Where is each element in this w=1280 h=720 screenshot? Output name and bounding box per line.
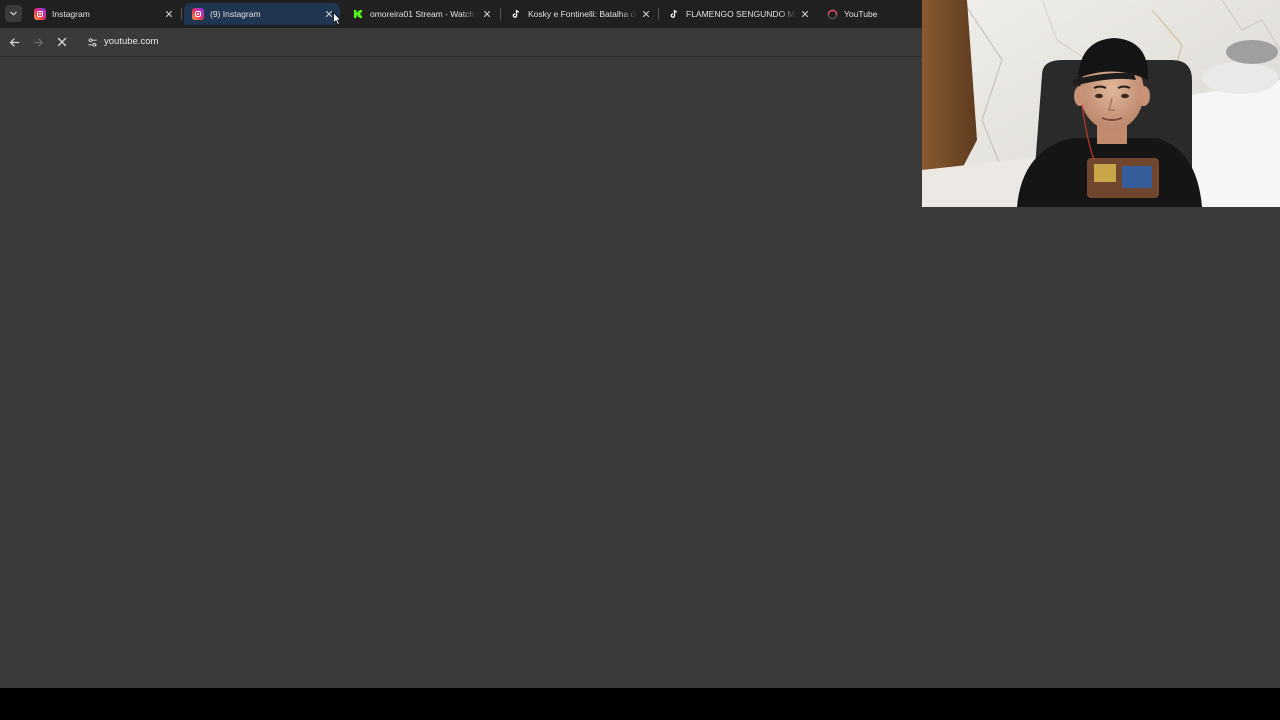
tiktok-icon — [510, 8, 522, 20]
tab-title: Kosky e Fontinelli: Batalha de R — [528, 9, 637, 19]
instagram-icon — [34, 8, 46, 20]
instagram-icon — [192, 8, 204, 20]
kick-icon — [352, 8, 364, 20]
tab-instagram[interactable]: Instagram — [26, 3, 180, 25]
loading-spinner-icon — [826, 8, 838, 20]
site-settings-icon — [87, 37, 97, 47]
tab-search-button[interactable] — [5, 5, 22, 22]
address-bar[interactable]: youtube.com — [80, 31, 920, 53]
forward-button[interactable] — [30, 34, 46, 50]
close-icon[interactable] — [482, 9, 492, 19]
back-button[interactable] — [6, 34, 22, 50]
chevron-down-icon — [10, 11, 17, 16]
screen: Instagram (9) Instagram omoreira01 Strea… — [0, 0, 1280, 720]
url-text[interactable]: youtube.com — [104, 36, 158, 47]
tab-tiktok-flamengo[interactable]: FLAMENGO SENGUNDO MAIOR — [660, 3, 816, 25]
stop-loading-button[interactable] — [54, 34, 70, 50]
tab-separator — [658, 8, 659, 20]
tab-separator — [181, 8, 182, 20]
back-arrow-icon — [9, 37, 19, 47]
tiktok-icon — [668, 8, 680, 20]
mouse-cursor-icon — [333, 12, 341, 26]
tab-kick-stream[interactable]: omoreira01 Stream - Watch Live — [344, 3, 498, 25]
tab-title: (9) Instagram — [210, 9, 261, 19]
close-icon[interactable] — [164, 9, 174, 19]
close-icon[interactable] — [641, 9, 651, 19]
webcam-overlay — [922, 0, 1280, 207]
forward-arrow-icon — [33, 37, 43, 47]
tab-instagram-active[interactable]: (9) Instagram — [184, 3, 340, 25]
site-settings-button[interactable] — [84, 34, 100, 50]
tab-title: Instagram — [52, 9, 90, 19]
tab-youtube[interactable]: YouTube — [818, 3, 922, 25]
tab-title: YouTube — [844, 9, 878, 19]
close-icon[interactable] — [800, 9, 810, 19]
tab-title: omoreira01 Stream - Watch Live — [370, 9, 478, 19]
tab-separator — [500, 8, 501, 20]
webcam-scene — [922, 0, 1280, 207]
stop-loading-icon — [57, 37, 67, 47]
tab-tiktok-kosky[interactable]: Kosky e Fontinelli: Batalha de R — [502, 3, 657, 25]
taskbar — [0, 688, 1280, 720]
tab-title: FLAMENGO SENGUNDO MAIOR — [686, 9, 796, 19]
